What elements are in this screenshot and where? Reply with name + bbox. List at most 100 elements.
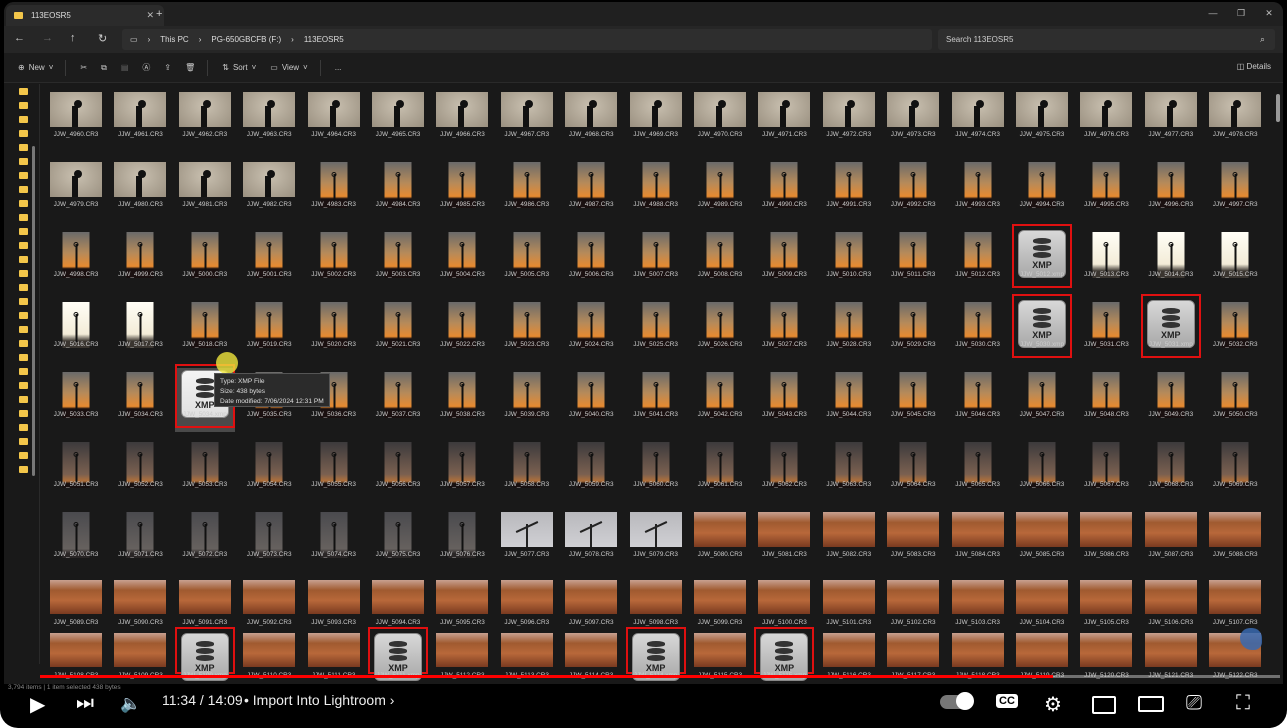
file-item[interactable]: JJW_5061.CR3 bbox=[688, 436, 752, 506]
breadcrumb-folder[interactable]: 113EOSR5 bbox=[304, 35, 344, 44]
file-item[interactable]: JJW_5106.CR3 bbox=[1139, 576, 1203, 629]
file-item[interactable]: JJW_5028.CR3 bbox=[817, 296, 881, 366]
sort-button[interactable]: ⇅ Sort ˅ bbox=[222, 63, 256, 72]
file-item[interactable]: JJW_4991.CR3 bbox=[817, 156, 881, 226]
file-item[interactable]: JJW_5006.CR3 bbox=[559, 226, 623, 296]
file-item[interactable]: JJW_4978.CR3 bbox=[1203, 86, 1267, 156]
file-item[interactable]: JJW_5020.CR3 bbox=[302, 296, 366, 366]
file-item[interactable]: JJW_4974.CR3 bbox=[946, 86, 1010, 156]
restore-button[interactable]: ❐ bbox=[1227, 2, 1255, 26]
file-item[interactable]: JJW_5101.CR3 bbox=[817, 576, 881, 629]
sidebar-folder-icon[interactable] bbox=[19, 452, 28, 459]
sidebar-folder-icon[interactable] bbox=[19, 116, 28, 123]
file-item[interactable]: JJW_4987.CR3 bbox=[559, 156, 623, 226]
file-item[interactable]: JJW_5071.CR3 bbox=[108, 506, 172, 576]
breadcrumb[interactable]: ▭ › This PC › PG-650GBCFB (F:) › 113EOSR5 bbox=[122, 29, 932, 50]
sidebar-folder-icon[interactable] bbox=[19, 312, 28, 319]
file-item[interactable]: JJW_5094.CR3 bbox=[366, 576, 430, 629]
view-button[interactable]: ▭ View ˅ bbox=[270, 63, 307, 72]
breadcrumb-drive[interactable]: PG-650GBCFB (F:) bbox=[211, 35, 281, 44]
file-item[interactable]: XMP JJW_5012.xmp bbox=[1010, 224, 1074, 296]
file-item[interactable]: JJW_5095.CR3 bbox=[430, 576, 494, 629]
file-item[interactable]: JJW_4982.CR3 bbox=[237, 156, 301, 226]
sidebar-scrollbar[interactable] bbox=[32, 146, 35, 476]
file-item[interactable]: JJW_4998.CR3 bbox=[44, 226, 108, 296]
file-item[interactable]: JJW_5017.CR3 bbox=[108, 296, 172, 366]
file-item[interactable]: JJW_4968.CR3 bbox=[559, 86, 623, 156]
share-icon[interactable]: ⇪ bbox=[164, 63, 171, 72]
sidebar-folder-icon[interactable] bbox=[19, 242, 28, 249]
file-item[interactable]: JJW_5002.CR3 bbox=[302, 226, 366, 296]
file-item[interactable]: JJW_5092.CR3 bbox=[237, 576, 301, 629]
sidebar-folder-icon[interactable] bbox=[19, 88, 28, 95]
file-item[interactable]: JJW_5055.CR3 bbox=[302, 436, 366, 506]
captions-button[interactable]: CC bbox=[996, 694, 1018, 708]
file-item[interactable]: JJW_4981.CR3 bbox=[173, 156, 237, 226]
sidebar-folder-icon[interactable] bbox=[19, 438, 28, 445]
file-item[interactable]: JJW_5073.CR3 bbox=[237, 506, 301, 576]
sidebar-folder-icon[interactable] bbox=[19, 410, 28, 417]
file-item[interactable]: JJW_4960.CR3 bbox=[44, 86, 108, 156]
file-item[interactable]: JJW_5003.CR3 bbox=[366, 226, 430, 296]
sidebar-folder-icon[interactable] bbox=[19, 298, 28, 305]
file-item[interactable]: JJW_5045.CR3 bbox=[881, 366, 945, 436]
sidebar-folder-icon[interactable] bbox=[19, 186, 28, 193]
file-item[interactable]: JJW_4996.CR3 bbox=[1139, 156, 1203, 226]
file-item[interactable]: JJW_4992.CR3 bbox=[881, 156, 945, 226]
file-item[interactable]: JJW_5023.CR3 bbox=[495, 296, 559, 366]
new-button[interactable]: ⊕ New ˅ bbox=[18, 63, 53, 72]
file-item[interactable]: JJW_5105.CR3 bbox=[1074, 576, 1138, 629]
file-item[interactable]: JJW_5075.CR3 bbox=[366, 506, 430, 576]
file-item[interactable]: JJW_5069.CR3 bbox=[1203, 436, 1267, 506]
file-item[interactable]: JJW_4975.CR3 bbox=[1010, 86, 1074, 156]
file-item[interactable]: JJW_4973.CR3 bbox=[881, 86, 945, 156]
file-item[interactable]: JJW_5060.CR3 bbox=[624, 436, 688, 506]
file-item[interactable]: XMP JJW_5030.xmp bbox=[1010, 294, 1074, 366]
file-item[interactable]: JJW_5070.CR3 bbox=[44, 506, 108, 576]
file-item[interactable]: JJW_5086.CR3 bbox=[1074, 506, 1138, 576]
file-item[interactable]: JJW_5074.CR3 bbox=[302, 506, 366, 576]
file-item[interactable]: JJW_5080.CR3 bbox=[688, 506, 752, 576]
file-item[interactable]: JJW_5083.CR3 bbox=[881, 506, 945, 576]
file-item[interactable]: JJW_4985.CR3 bbox=[430, 156, 494, 226]
file-item[interactable]: JJW_4972.CR3 bbox=[817, 86, 881, 156]
file-item[interactable]: JJW_4970.CR3 bbox=[688, 86, 752, 156]
file-item[interactable]: JJW_5081.CR3 bbox=[752, 506, 816, 576]
file-item[interactable]: JJW_5065.CR3 bbox=[946, 436, 1010, 506]
file-item[interactable]: JJW_4988.CR3 bbox=[624, 156, 688, 226]
file-item[interactable]: JJW_5039.CR3 bbox=[495, 366, 559, 436]
sidebar-folder-icon[interactable] bbox=[19, 466, 28, 473]
tab-113eosr5[interactable]: 113EOSR5 ✕ bbox=[6, 5, 164, 26]
sidebar-folder-icon[interactable] bbox=[19, 368, 28, 375]
back-icon[interactable]: ← bbox=[14, 32, 25, 44]
navigation-pane[interactable] bbox=[4, 84, 40, 664]
sidebar-folder-icon[interactable] bbox=[19, 284, 28, 291]
sidebar-folder-icon[interactable] bbox=[19, 200, 28, 207]
file-item[interactable]: JJW_4977.CR3 bbox=[1139, 86, 1203, 156]
file-item[interactable]: JJW_5029.CR3 bbox=[881, 296, 945, 366]
file-item[interactable]: JJW_5079.CR3 bbox=[624, 506, 688, 576]
file-item[interactable]: JJW_5015.CR3 bbox=[1203, 226, 1267, 296]
file-item[interactable]: JJW_4961.CR3 bbox=[108, 86, 172, 156]
file-item[interactable]: JJW_5001.CR3 bbox=[237, 226, 301, 296]
file-item[interactable]: JJW_5016.CR3 bbox=[44, 296, 108, 366]
file-item[interactable]: JJW_5107.CR3 bbox=[1203, 576, 1267, 629]
file-item[interactable]: JJW_5037.CR3 bbox=[366, 366, 430, 436]
file-item[interactable]: JJW_4967.CR3 bbox=[495, 86, 559, 156]
file-item[interactable]: JJW_5034.CR3 bbox=[108, 366, 172, 436]
volume-icon[interactable]: 🔈 bbox=[120, 694, 141, 714]
file-item[interactable]: JJW_5099.CR3 bbox=[688, 576, 752, 629]
up-icon[interactable]: ↑ bbox=[70, 32, 76, 44]
fullscreen-icon[interactable]: ⛶ bbox=[1236, 692, 1250, 715]
file-item[interactable]: JJW_5062.CR3 bbox=[752, 436, 816, 506]
file-item[interactable]: JJW_4986.CR3 bbox=[495, 156, 559, 226]
sidebar-folder-icon[interactable] bbox=[19, 396, 28, 403]
autoplay-toggle[interactable] bbox=[940, 692, 974, 710]
sidebar-folder-icon[interactable] bbox=[19, 270, 28, 277]
sidebar-folder-icon[interactable] bbox=[19, 354, 28, 361]
sidebar-folder-icon[interactable] bbox=[19, 158, 28, 165]
file-item[interactable]: JJW_5091.CR3 bbox=[173, 576, 237, 629]
sidebar-folder-icon[interactable] bbox=[19, 326, 28, 333]
file-item[interactable]: JJW_5072.CR3 bbox=[173, 506, 237, 576]
file-item[interactable]: JJW_5084.CR3 bbox=[946, 506, 1010, 576]
